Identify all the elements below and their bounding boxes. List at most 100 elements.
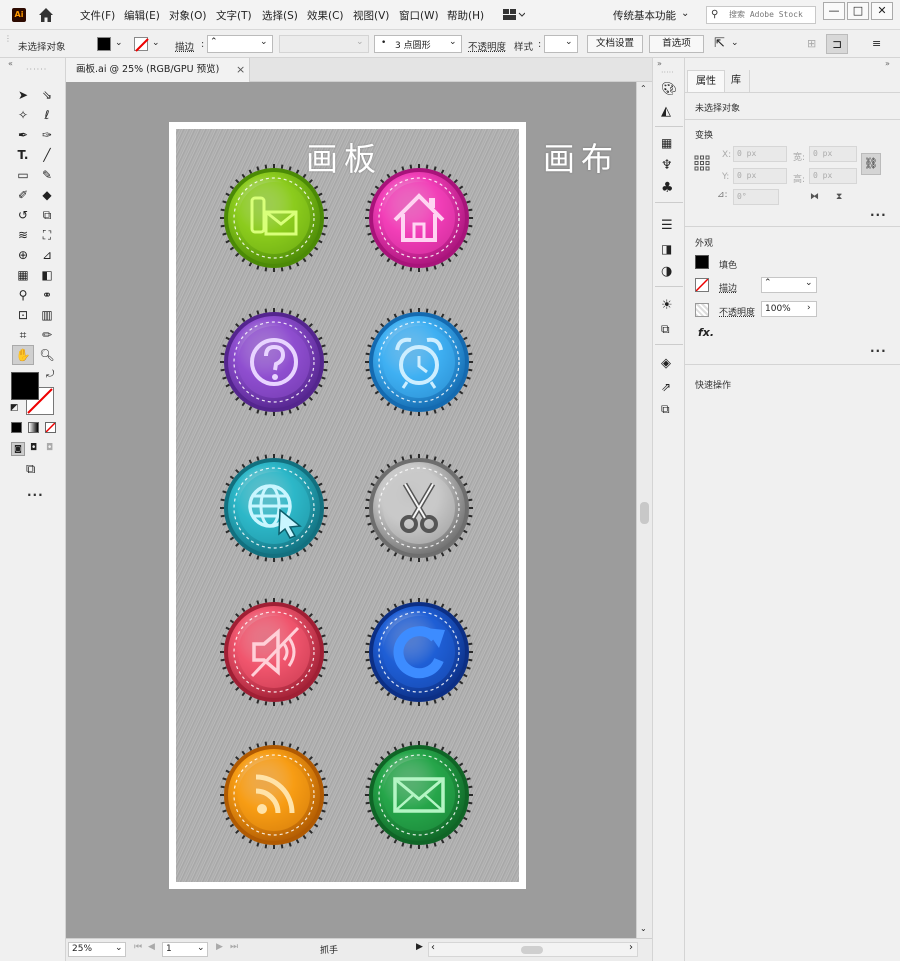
menu-view[interactable]: 视图(V) bbox=[353, 8, 389, 23]
draw-normal-icon[interactable]: ◙ bbox=[11, 442, 25, 456]
flip-vertical-icon[interactable]: ⧗ bbox=[836, 192, 842, 202]
scroll-thumb[interactable] bbox=[640, 502, 649, 524]
screen-mode-icon[interactable]: ⧉ bbox=[26, 462, 35, 477]
stock-search-input[interactable]: ⚲ 搜索 Adobe Stock bbox=[706, 6, 816, 24]
more-options-icon[interactable]: ··· bbox=[870, 344, 887, 358]
maximize-button[interactable]: □ bbox=[847, 2, 869, 20]
rotate-tool-icon[interactable]: ↺ bbox=[14, 206, 32, 224]
type-tool-icon[interactable]: T. bbox=[14, 146, 32, 164]
blend-tool-icon[interactable]: ⚭ bbox=[38, 286, 56, 304]
width-field[interactable]: 0 px bbox=[809, 146, 857, 162]
y-field[interactable]: 0 px bbox=[733, 168, 787, 184]
tab-libraries[interactable]: 库 bbox=[723, 70, 750, 92]
chevron-right-icon[interactable]: › bbox=[807, 303, 811, 313]
grid-icon[interactable]: ⊞ bbox=[807, 37, 816, 50]
gradient-panel-icon[interactable]: ◨ bbox=[661, 242, 678, 259]
width-tool-icon[interactable]: ≋ bbox=[14, 226, 32, 244]
draw-inside-icon[interactable]: ◘ bbox=[46, 443, 53, 453]
alarm-clock-icon[interactable] bbox=[365, 308, 473, 416]
x-field[interactable]: 0 px bbox=[733, 146, 787, 162]
menu-effect[interactable]: 效果(C) bbox=[307, 8, 344, 23]
opacity-label[interactable]: 不透明度 bbox=[719, 305, 755, 318]
document-setup-button[interactable]: 文档设置 bbox=[587, 35, 643, 53]
layers-icon[interactable]: ◈ bbox=[661, 356, 678, 373]
scale-tool-icon[interactable]: ⧉ bbox=[38, 206, 56, 224]
chevron-down-icon[interactable]: ⌄ bbox=[115, 943, 123, 953]
menu-window[interactable]: 窗口(W) bbox=[399, 8, 439, 23]
more-options-icon[interactable]: ··· bbox=[870, 208, 887, 222]
magic-wand-tool-icon[interactable]: ✧ bbox=[14, 106, 32, 124]
scroll-thumb[interactable] bbox=[521, 946, 543, 954]
lasso-tool-icon[interactable]: ℓ bbox=[38, 106, 56, 124]
flip-horizontal-icon[interactable]: ⧓ bbox=[810, 192, 819, 202]
swap-fill-stroke-icon[interactable]: ⤾ bbox=[46, 369, 54, 380]
status-menu-arrow-icon[interactable]: ▶ bbox=[416, 942, 423, 952]
zoom-tool-icon[interactable]: 🔍︎ bbox=[38, 346, 56, 364]
prev-artboard-icon[interactable]: ◀ bbox=[148, 942, 155, 952]
scroll-up-icon[interactable]: ⌃ bbox=[640, 84, 647, 93]
close-button[interactable]: ✕ bbox=[871, 2, 893, 20]
opacity-label[interactable]: 不透明度 bbox=[468, 39, 506, 53]
help-icon[interactable] bbox=[220, 308, 328, 416]
rectangle-tool-icon[interactable]: ▭ bbox=[14, 166, 32, 184]
rss-icon[interactable] bbox=[220, 741, 328, 849]
menu-help[interactable]: 帮助(H) bbox=[447, 8, 484, 23]
swatches-icon[interactable]: ▦ bbox=[661, 136, 678, 153]
last-artboard-icon[interactable]: ⏭ bbox=[230, 942, 238, 952]
asset-export-icon[interactable]: ⇗ bbox=[661, 380, 678, 397]
minimize-button[interactable]: — bbox=[823, 2, 845, 20]
menu-type[interactable]: 文字(T) bbox=[216, 8, 252, 23]
menu-lines-icon[interactable]: ≡ bbox=[872, 37, 881, 50]
artboard-tool-icon[interactable]: ⌗ bbox=[14, 326, 32, 344]
close-tab-icon[interactable]: × bbox=[236, 58, 245, 82]
panel-toggle-icon[interactable]: ⊐ bbox=[826, 34, 848, 54]
phone-mail-icon[interactable] bbox=[220, 164, 328, 272]
curvature-tool-icon[interactable]: ✑ bbox=[38, 126, 56, 144]
column-graph-tool-icon[interactable]: ▥ bbox=[38, 306, 56, 324]
graphic-styles-icon[interactable]: ⧉ bbox=[661, 322, 678, 339]
reference-point-icon[interactable] bbox=[694, 155, 710, 171]
collapse-icon[interactable]: « bbox=[8, 59, 13, 68]
fill-color-swatch[interactable] bbox=[11, 372, 39, 400]
gradient-tool-icon[interactable]: ◧ bbox=[38, 266, 56, 284]
scissors-icon[interactable] bbox=[365, 454, 473, 562]
none-mode-icon[interactable] bbox=[45, 422, 56, 433]
tab-properties[interactable]: 属性 bbox=[687, 70, 725, 92]
chevron-down-icon[interactable]: ⌄ bbox=[197, 943, 205, 953]
color-guide-icon[interactable]: ◭ bbox=[661, 104, 678, 121]
chevron-down-icon[interactable]: ⌄ bbox=[681, 8, 689, 19]
workspace-switcher[interactable]: 传统基本功能 bbox=[613, 8, 676, 23]
color-panel-icon[interactable]: 🎨︎ bbox=[661, 82, 678, 99]
appearance-icon[interactable]: ☀ bbox=[661, 298, 678, 315]
graphic-style-dropdown[interactable]: ⌄ bbox=[544, 35, 578, 53]
stroke-label[interactable]: 描边 bbox=[719, 281, 737, 294]
fill-swatch[interactable] bbox=[695, 255, 709, 269]
shaper-tool-icon[interactable]: ✐ bbox=[14, 186, 32, 204]
chevron-down-icon[interactable]: ⌄ bbox=[260, 37, 268, 47]
pen-tool-icon[interactable]: ✒ bbox=[14, 126, 32, 144]
stroke-dropdown-icon[interactable]: ⌄ bbox=[152, 38, 160, 48]
refresh-icon[interactable] bbox=[365, 598, 473, 706]
line-tool-icon[interactable]: ╱ bbox=[38, 146, 56, 164]
constrain-proportions-icon[interactable]: ⛓ bbox=[861, 153, 881, 175]
brush-definition[interactable]: • 3 点圆形 ⌄ bbox=[374, 35, 462, 53]
fill-swatch[interactable] bbox=[97, 37, 111, 51]
align-icon[interactable]: ⇱ bbox=[714, 36, 725, 51]
next-artboard-icon[interactable]: ▶ bbox=[216, 942, 223, 952]
stepper-icon[interactable]: ⌃ bbox=[210, 37, 218, 47]
horizontal-scrollbar[interactable]: ‹ › bbox=[428, 942, 638, 957]
vertical-scrollbar[interactable]: ⌃ ⌄ bbox=[636, 82, 652, 938]
menu-edit[interactable]: 编辑(E) bbox=[124, 8, 160, 23]
hand-tool-icon[interactable]: ✋ bbox=[12, 345, 34, 365]
brushes-icon[interactable]: ♆ bbox=[661, 158, 678, 175]
artboard-number-field[interactable]: 1 ⌄ bbox=[162, 942, 208, 957]
selection-tool-icon[interactable]: ➤ bbox=[14, 86, 32, 104]
stepper-icon[interactable]: ⌃ bbox=[764, 278, 772, 288]
rotate-field[interactable]: 0° bbox=[733, 189, 779, 205]
chevron-down-icon[interactable]: ⌄ bbox=[731, 38, 739, 48]
home-icon[interactable] bbox=[36, 5, 56, 25]
symbol-sprayer-tool-icon[interactable]: ⊡ bbox=[14, 306, 32, 324]
fill-dropdown-icon[interactable]: ⌄ bbox=[115, 38, 123, 48]
eraser-tool-icon[interactable]: ◆ bbox=[38, 186, 56, 204]
variable-width-profile[interactable]: ⌄ bbox=[279, 35, 369, 53]
